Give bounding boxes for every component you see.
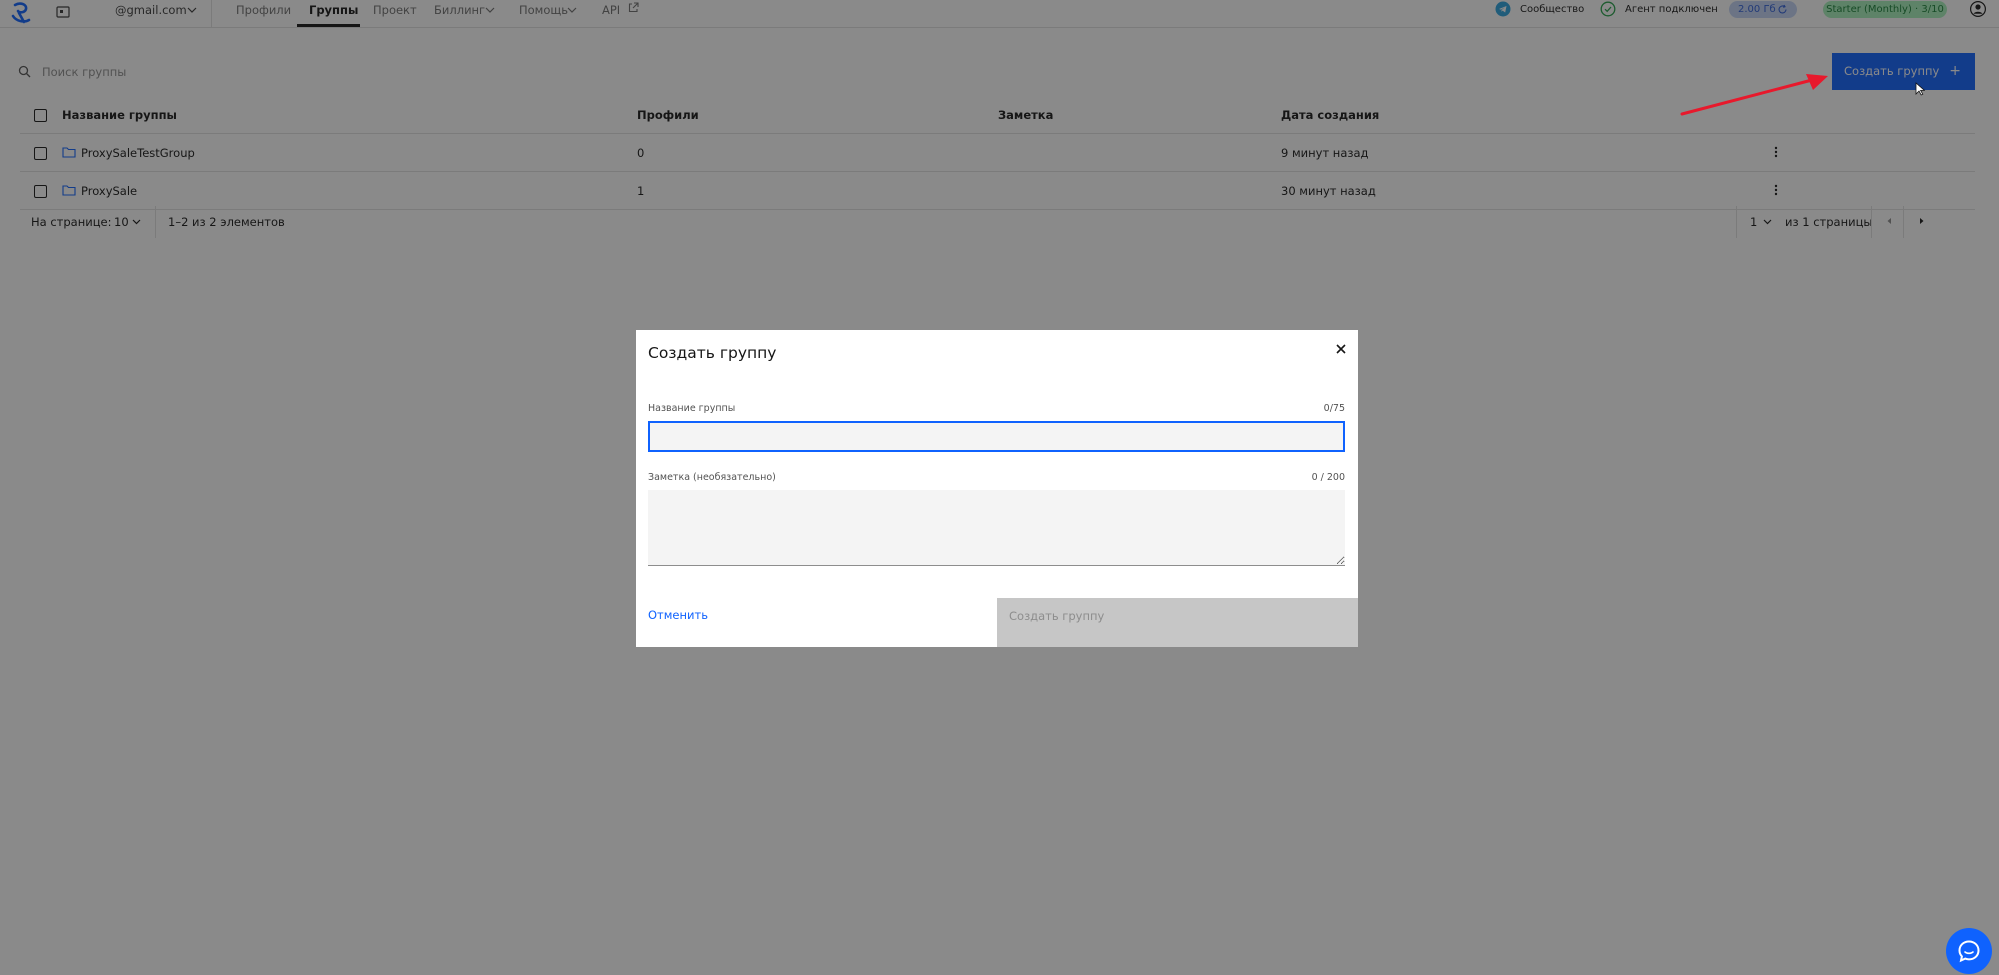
group-name-label: Название группы bbox=[648, 403, 736, 414]
create-group-dialog: Создать группу Название группы 0/75 Заме… bbox=[636, 330, 1358, 647]
submit-create-group-button[interactable]: Создать группу bbox=[997, 598, 1358, 647]
annotation-arrow-icon bbox=[1680, 74, 1828, 116]
chat-icon bbox=[1958, 940, 1980, 963]
group-note-textarea[interactable] bbox=[648, 490, 1345, 566]
close-icon[interactable] bbox=[1334, 342, 1348, 356]
dialog-title: Создать группу bbox=[648, 344, 777, 362]
chat-widget-button[interactable] bbox=[1946, 928, 1992, 974]
group-note-label: Заметка (необязательно) bbox=[648, 472, 776, 483]
mouse-cursor-icon bbox=[1915, 82, 1925, 96]
group-name-input[interactable] bbox=[648, 421, 1345, 452]
cancel-button[interactable]: Отменить bbox=[648, 608, 708, 622]
group-name-counter: 0/75 bbox=[1323, 403, 1345, 414]
group-note-counter: 0 / 200 bbox=[1311, 472, 1345, 483]
